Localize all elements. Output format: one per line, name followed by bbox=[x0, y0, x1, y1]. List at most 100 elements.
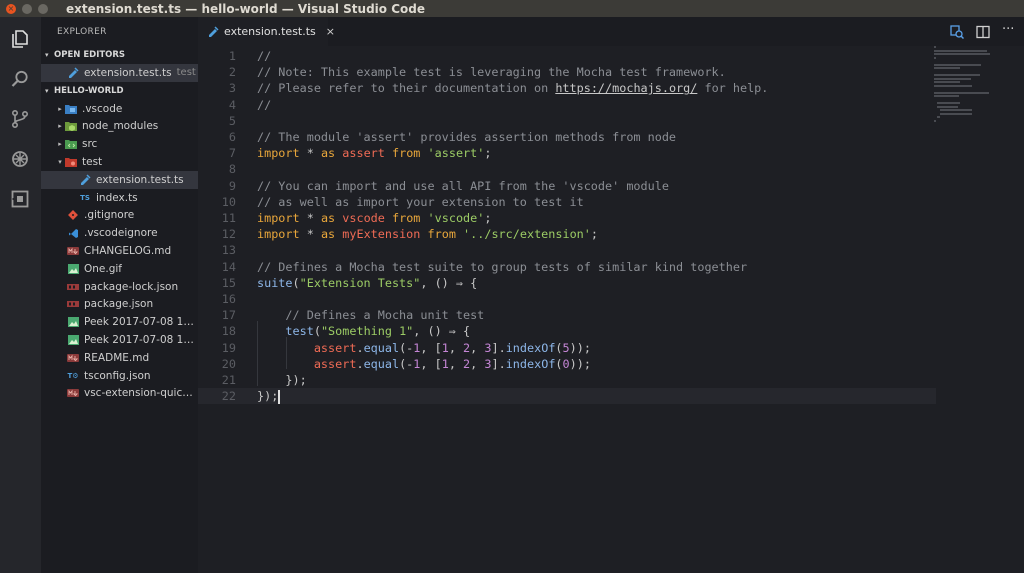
chevron-down-icon: ▾ bbox=[58, 158, 62, 167]
code-token: https://mochajs.org/ bbox=[555, 81, 698, 96]
code-line[interactable]: 10 // as well as import your extension to… bbox=[198, 194, 936, 210]
code-text: import * as assert from 'assert'; bbox=[257, 145, 491, 161]
minimap-line bbox=[934, 84, 973, 87]
tree-folder-vscode[interactable]: ▸ .vscode bbox=[41, 100, 198, 118]
code-text: // Defines a Mocha unit test bbox=[257, 307, 484, 323]
window-close-button[interactable]: × bbox=[6, 3, 16, 14]
files-icon[interactable] bbox=[8, 27, 32, 51]
tree-item-label: .vscodeignore bbox=[84, 227, 158, 240]
code-token: , () ⇒ { bbox=[413, 324, 471, 339]
code-text: // Note: This example test is leveraging… bbox=[257, 64, 726, 80]
chevron-right-icon: ▸ bbox=[58, 140, 62, 149]
code-line[interactable]: 1 // bbox=[198, 48, 936, 64]
code-token: * bbox=[299, 227, 321, 242]
code-line[interactable]: 3 // Please refer to their documentation … bbox=[198, 80, 936, 96]
code-token: // Defines a Mocha test suite to group t… bbox=[257, 259, 748, 274]
tree-folder-src[interactable]: ▸ src bbox=[41, 135, 198, 153]
code-line[interactable]: 4 // bbox=[198, 97, 936, 113]
tree-file-readme[interactable]: README.md bbox=[41, 349, 198, 367]
code-line[interactable]: 16 bbox=[198, 291, 936, 307]
code-line[interactable]: 18 test("Something 1", () ⇒ { bbox=[198, 323, 936, 339]
code-token: ; bbox=[484, 146, 492, 161]
vscode-folder-icon bbox=[65, 103, 77, 114]
code-text: // The module 'assert' provides assertio… bbox=[257, 129, 676, 145]
minimap-line bbox=[934, 56, 936, 59]
code-line[interactable]: 17 // Defines a Mocha unit test bbox=[198, 307, 936, 323]
image-file-icon bbox=[67, 317, 79, 328]
tree-file-gitignore[interactable]: .gitignore bbox=[41, 207, 198, 225]
code-editor[interactable]: 1 // 2 // Note: This example test is levera… bbox=[198, 46, 1024, 573]
minimap-line bbox=[934, 63, 982, 66]
tree-file-one-gif[interactable]: One.gif bbox=[41, 260, 198, 278]
code-line[interactable]: 13 bbox=[198, 242, 936, 258]
line-number: 18 bbox=[221, 324, 236, 339]
code-token: // bbox=[257, 97, 272, 112]
open-editor-item[interactable]: extension.test.ts test bbox=[41, 64, 198, 82]
code-line[interactable]: 22}); bbox=[198, 388, 936, 405]
tree-file-extension-test[interactable]: extension.test.ts bbox=[41, 170, 198, 189]
tree-item-label: .gitignore bbox=[84, 209, 135, 222]
tree-folder-node-modules[interactable]: ▸ node_modules bbox=[41, 118, 198, 136]
code-token: myExtension bbox=[342, 227, 421, 242]
tree-item-label: One.gif bbox=[84, 262, 122, 275]
code-line[interactable]: 12 import * as myExtension from '../src/e… bbox=[198, 226, 936, 242]
code-token: import bbox=[257, 146, 300, 161]
minimap[interactable] bbox=[934, 46, 994, 126]
code-text: // Please refer to their documentation o… bbox=[257, 80, 768, 96]
more-actions-icon[interactable]: ··· bbox=[1002, 23, 1016, 39]
debug-icon[interactable] bbox=[8, 147, 32, 171]
code-token: , bbox=[448, 356, 464, 371]
code-line[interactable]: 14 // Defines a Mocha test suite to group… bbox=[198, 259, 936, 275]
code-line[interactable]: 2 // Note: This example test is leveragin… bbox=[198, 64, 936, 80]
code-line[interactable]: 19 assert.equal(-1, [1, 2, 3].indexOf(5)… bbox=[198, 340, 936, 356]
code-line[interactable]: 6 // The module 'assert' provides asserti… bbox=[198, 129, 936, 145]
tab-extension-test[interactable]: extension.test.ts × bbox=[198, 17, 335, 46]
minimap-line bbox=[937, 105, 958, 108]
code-token: 'assert' bbox=[427, 146, 485, 161]
code-line[interactable]: 15 suite("Extension Tests", () ⇒ { bbox=[198, 275, 936, 291]
tree-file-changelog[interactable]: CHANGELOG.md bbox=[41, 242, 198, 260]
code-token: // Note: This example test is leveraging… bbox=[257, 65, 726, 80]
code-line[interactable]: 7 import * as assert from 'assert'; bbox=[198, 145, 936, 161]
open-changes-icon[interactable] bbox=[950, 24, 965, 40]
extensions-icon[interactable] bbox=[8, 187, 32, 211]
code-token: , bbox=[448, 340, 464, 355]
tree-file-package-json[interactable]: package.json bbox=[41, 296, 198, 314]
search-icon[interactable] bbox=[8, 67, 32, 91]
tab-label: extension.test.ts bbox=[224, 25, 316, 38]
code-token: ]. bbox=[491, 340, 506, 355]
tree-file-index-ts[interactable]: TS index.ts bbox=[41, 189, 198, 207]
code-line[interactable]: 21 }); bbox=[198, 372, 936, 388]
tree-file-package-lock[interactable]: package-lock.json bbox=[41, 278, 198, 296]
code-line[interactable]: 11 import * as vscode from 'vscode'; bbox=[198, 210, 936, 226]
tree-file-tsconfig[interactable]: T⚙ tsconfig.json bbox=[41, 367, 198, 385]
workspace-section[interactable]: ▾ HELLO-WORLD bbox=[41, 82, 198, 100]
minimap-line bbox=[934, 95, 959, 97]
code-token: import bbox=[257, 227, 300, 242]
code-text: import * as myExtension from '../src/ext… bbox=[257, 226, 598, 242]
code-line[interactable]: 9 // You can import and use all API from … bbox=[198, 178, 936, 194]
code-token: as bbox=[320, 146, 336, 161]
open-editors-section[interactable]: ▾ OPEN EDITORS bbox=[41, 46, 198, 64]
minimap-line bbox=[934, 53, 990, 55]
code-line[interactable]: 20 assert.equal(-1, [1, 2, 3].indexOf(0)… bbox=[198, 356, 936, 372]
window-maximize-button[interactable] bbox=[38, 3, 48, 14]
code-line[interactable]: 5 bbox=[198, 113, 936, 129]
code-token: . bbox=[356, 340, 364, 355]
code-token: (- bbox=[399, 340, 414, 355]
tree-item-label: extension.test.ts bbox=[96, 173, 184, 186]
git-branch-icon[interactable] bbox=[8, 107, 32, 131]
tree-file-peek-2[interactable]: Peek 2017-07-08 18-2... bbox=[41, 331, 198, 349]
code-token: assert bbox=[342, 146, 385, 161]
code-line[interactable]: 8 bbox=[198, 161, 936, 177]
tree-file-vscodeignore[interactable]: .vscodeignore bbox=[41, 224, 198, 242]
tree-file-quickstart[interactable]: vsc-extension-quickst... bbox=[41, 385, 198, 403]
close-icon[interactable]: × bbox=[326, 25, 335, 38]
tree-folder-test[interactable]: ▾ test bbox=[41, 153, 198, 171]
activity-bar bbox=[0, 17, 41, 573]
window-minimize-button[interactable] bbox=[22, 3, 32, 14]
split-editor-icon[interactable] bbox=[976, 24, 990, 39]
tree-file-peek-1[interactable]: Peek 2017-07-08 18-2... bbox=[41, 313, 198, 331]
